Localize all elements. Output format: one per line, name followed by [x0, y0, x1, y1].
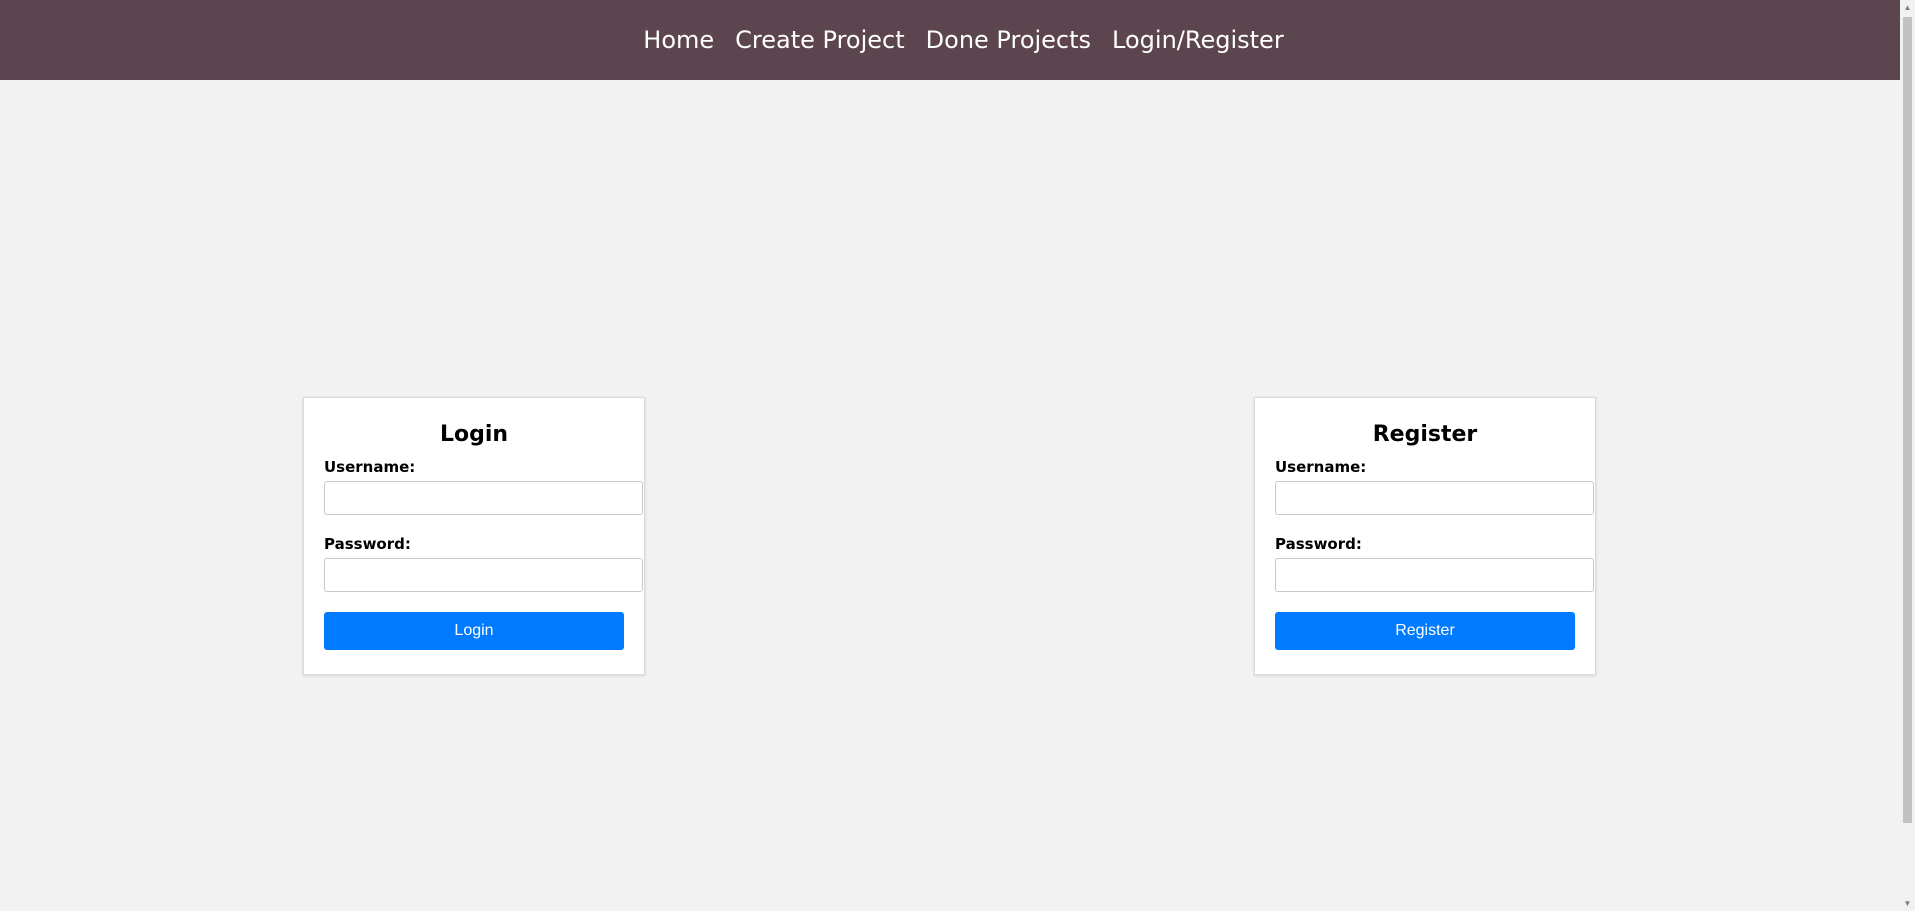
vertical-scrollbar[interactable]: ▲ ▼ [1900, 0, 1915, 911]
scrollbar-thumb[interactable] [1903, 17, 1912, 823]
login-card: Login Username: Password: Login [303, 397, 645, 675]
register-title: Register [1372, 422, 1478, 447]
register-username-input[interactable] [1275, 481, 1594, 515]
nav-link-done-projects[interactable]: Done Projects [926, 28, 1091, 52]
login-password-input[interactable] [324, 558, 643, 592]
login-title: Login [439, 422, 509, 447]
nav-link-create-project[interactable]: Create Project [735, 28, 905, 52]
login-username-input[interactable] [324, 481, 643, 515]
register-button[interactable]: Register [1275, 612, 1575, 650]
top-navigation-bar: Home Create Project Done Projects Login/… [0, 0, 1900, 80]
scroll-down-arrow-icon[interactable]: ▼ [1900, 896, 1915, 911]
nav-link-login-register[interactable]: Login/Register [1112, 28, 1284, 52]
login-button[interactable]: Login [324, 612, 624, 650]
main-nav: Home Create Project Done Projects Login/… [643, 28, 1283, 52]
scroll-up-arrow-icon[interactable]: ▲ [1900, 0, 1915, 15]
login-username-label: Username: [324, 458, 416, 476]
page: Home Create Project Done Projects Login/… [0, 0, 1915, 911]
register-password-input[interactable] [1275, 558, 1594, 592]
login-password-label: Password: [324, 535, 411, 553]
register-username-label: Username: [1275, 458, 1367, 476]
register-password-label: Password: [1275, 535, 1362, 553]
register-card: Register Username: Password: Register [1254, 397, 1596, 675]
nav-link-home[interactable]: Home [643, 28, 714, 52]
